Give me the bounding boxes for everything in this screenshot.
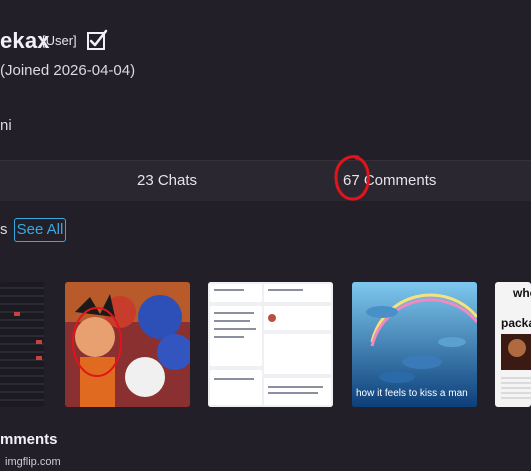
chats-count-link[interactable]: 23 Chats xyxy=(137,172,197,189)
joined-date: (Joined 2026-04-04) xyxy=(0,62,136,79)
section-heading: s xyxy=(0,221,8,238)
see-all-button[interactable]: See All xyxy=(14,218,66,242)
comments-count-link[interactable]: 67 Comments xyxy=(343,172,436,189)
profile-bio: ni xyxy=(0,117,12,134)
thumbnail-5[interactable]: whe packa xyxy=(495,282,531,407)
comments-section-title: mments xyxy=(0,431,58,448)
meme-image xyxy=(501,334,531,399)
profile-header: ekax [User] (Joined 2026-04-04) ni xyxy=(0,0,531,160)
role-badge: [User] xyxy=(42,33,77,48)
stats-bar: 23 Chats 67 Comments xyxy=(0,160,531,201)
thumbnail-2[interactable] xyxy=(65,282,190,407)
imgflip-watermark: imgflip.com xyxy=(5,456,61,468)
cartoon-characters-image xyxy=(65,282,190,407)
thumbnail-1[interactable] xyxy=(0,282,44,407)
checkbox-checked-icon xyxy=(87,29,108,50)
meme-caption: how it feels to kiss a man xyxy=(356,388,468,399)
table-screenshot-image xyxy=(0,282,44,407)
thumbnail-4[interactable]: how it feels to kiss a man xyxy=(352,282,477,407)
thumbnail-3[interactable] xyxy=(208,282,333,407)
chat-screenshot-image xyxy=(208,282,333,407)
